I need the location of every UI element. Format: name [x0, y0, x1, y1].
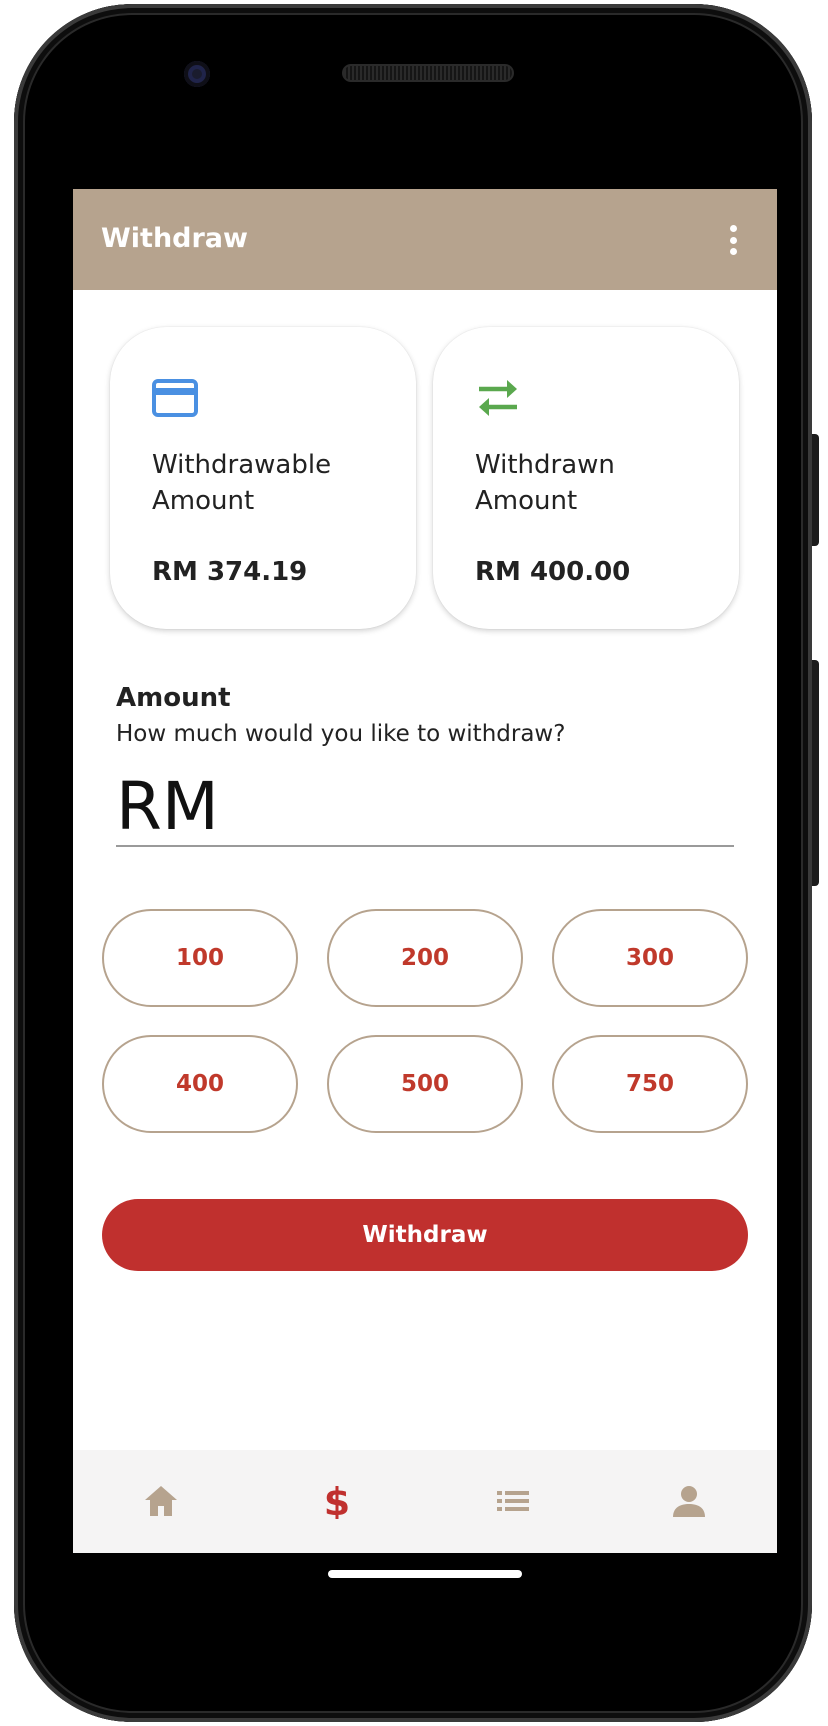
bottom-navigation: $	[73, 1450, 777, 1553]
person-icon	[673, 1486, 705, 1517]
quick-amount-button[interactable]: 400	[102, 1035, 298, 1133]
home-indicator[interactable]	[328, 1570, 522, 1578]
credit-card-icon	[152, 379, 198, 417]
quick-amount-button[interactable]: 100	[102, 909, 298, 1007]
volume-button	[812, 434, 819, 546]
earpiece-speaker	[342, 64, 514, 82]
withdrawable-amount-card: Withdrawable Amount RM 374.19	[110, 327, 416, 629]
svg-text:$: $	[324, 1483, 350, 1519]
withdrawn-amount-card: Withdrawn Amount RM 400.00	[433, 327, 739, 629]
page-title: Withdraw	[101, 223, 248, 254]
quick-amount-grid: 100 200 300 400 500 750	[102, 909, 748, 1133]
dollar-icon: $	[324, 1483, 350, 1519]
withdrawn-amount-value: RM 400.00	[475, 557, 631, 587]
card-label: Withdrawn Amount	[475, 450, 615, 516]
nav-transactions[interactable]	[425, 1450, 601, 1553]
front-camera	[184, 61, 210, 87]
home-icon	[145, 1486, 177, 1516]
amount-label: Amount	[116, 683, 231, 713]
card-label: Withdrawable Amount	[152, 450, 332, 516]
withdraw-button[interactable]: Withdraw	[102, 1199, 748, 1271]
more-vertical-icon[interactable]	[723, 225, 743, 259]
quick-amount-button[interactable]: 300	[552, 909, 748, 1007]
currency-prefix: RM	[116, 768, 219, 845]
quick-amount-button[interactable]: 200	[327, 909, 523, 1007]
amount-hint: How much would you like to withdraw?	[116, 721, 566, 747]
amount-input[interactable]	[216, 775, 716, 839]
nav-withdraw[interactable]: $	[249, 1450, 425, 1553]
power-button	[812, 660, 819, 886]
swap-arrows-icon	[479, 380, 517, 416]
amount-field[interactable]: RM	[116, 767, 734, 847]
phone-frame: Withdraw Withdrawable Amount RM 374.19 W…	[14, 4, 812, 1722]
nav-home[interactable]	[73, 1450, 249, 1553]
app-bar: Withdraw	[73, 189, 777, 290]
list-icon	[497, 1491, 529, 1511]
app-screen: Withdraw Withdrawable Amount RM 374.19 W…	[73, 189, 777, 1553]
quick-amount-button[interactable]: 500	[327, 1035, 523, 1133]
withdrawable-amount-value: RM 374.19	[152, 557, 308, 587]
nav-profile[interactable]	[601, 1450, 777, 1553]
quick-amount-button[interactable]: 750	[552, 1035, 748, 1133]
